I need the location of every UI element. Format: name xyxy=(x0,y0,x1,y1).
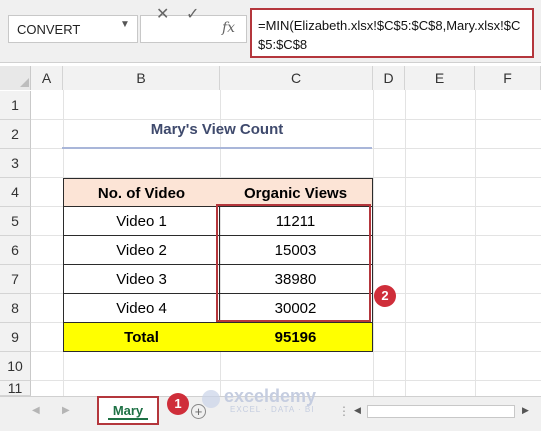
column-header-a[interactable]: A xyxy=(31,66,63,90)
row-header-4[interactable]: 4 xyxy=(0,178,31,207)
row-header-7[interactable]: 7 xyxy=(0,265,31,294)
row-gridline xyxy=(31,119,541,120)
row-header-3[interactable]: 3 xyxy=(0,149,31,178)
watermark-name: exceldemy xyxy=(224,386,317,406)
insert-function-icon[interactable]: fx xyxy=(222,20,235,36)
sheet-title[interactable]: Mary's View Count xyxy=(62,121,372,145)
name-box[interactable]: CONVERT xyxy=(8,15,138,43)
row-header-2[interactable]: 2 xyxy=(0,120,31,149)
column-header-d[interactable]: D xyxy=(373,66,405,90)
row-header-11[interactable]: 11 xyxy=(0,381,31,396)
table-header-video[interactable]: No. of Video xyxy=(63,178,220,207)
row-header-6[interactable]: 6 xyxy=(0,236,31,265)
table-header-views[interactable]: Organic Views xyxy=(219,178,373,207)
enter-icon[interactable]: ✓ xyxy=(186,4,199,24)
column-header-f[interactable]: F xyxy=(475,66,541,90)
column-gridline xyxy=(373,90,374,396)
table-cell-video[interactable]: Video 2 xyxy=(63,236,220,265)
column-header-b[interactable]: B xyxy=(63,66,220,90)
row-header-1[interactable]: 1 xyxy=(0,91,31,120)
tab-split-handle-icon[interactable]: ⋮ xyxy=(338,404,350,418)
watermark-tagline: EXCEL · DATA · BI xyxy=(230,405,315,414)
scroll-left-icon[interactable]: ◀ xyxy=(354,405,361,416)
row-header-9[interactable]: 9 xyxy=(0,323,31,352)
column-gridline xyxy=(405,90,406,396)
column-header-e[interactable]: E xyxy=(405,66,475,90)
add-sheet-icon[interactable]: + xyxy=(191,404,206,419)
table-total-value[interactable]: 95196 xyxy=(219,323,373,352)
callout-badge-1: 1 xyxy=(167,393,189,415)
formula-input[interactable]: =MIN(Elizabeth.xlsx!$C$5:$C$8,Mary.xlsx!… xyxy=(250,8,534,58)
row-header-8[interactable]: 8 xyxy=(0,294,31,323)
scroll-right-icon[interactable]: ▶ xyxy=(522,405,529,416)
table-total-label[interactable]: Total xyxy=(63,323,220,352)
scroll-tabs-right-icon[interactable]: ▶ xyxy=(62,405,70,416)
table-cell-video[interactable]: Video 4 xyxy=(63,294,220,323)
active-tab-underline xyxy=(108,418,148,420)
title-underline xyxy=(62,147,372,149)
watermark-logo-icon xyxy=(202,390,220,408)
row-header-5[interactable]: 5 xyxy=(0,207,31,236)
column-gridline xyxy=(475,90,476,396)
callout-badge-2: 2 xyxy=(374,285,396,307)
table-cell-video[interactable]: Video 3 xyxy=(63,265,220,294)
select-all-triangle-icon xyxy=(20,78,29,87)
row-header-10[interactable]: 10 xyxy=(0,352,31,381)
sheet-tab-mary[interactable]: Mary xyxy=(97,396,159,425)
cancel-icon[interactable]: ✕ xyxy=(156,4,169,24)
chevron-down-icon[interactable]: ▼ xyxy=(120,19,130,30)
range-highlight-box xyxy=(216,204,371,322)
row-gridline xyxy=(31,380,541,381)
column-header-c[interactable]: C xyxy=(220,66,373,90)
scroll-tabs-left-icon[interactable]: ◀ xyxy=(32,405,40,416)
scrollbar-thumb[interactable] xyxy=(367,405,515,418)
table-cell-video[interactable]: Video 1 xyxy=(63,207,220,236)
